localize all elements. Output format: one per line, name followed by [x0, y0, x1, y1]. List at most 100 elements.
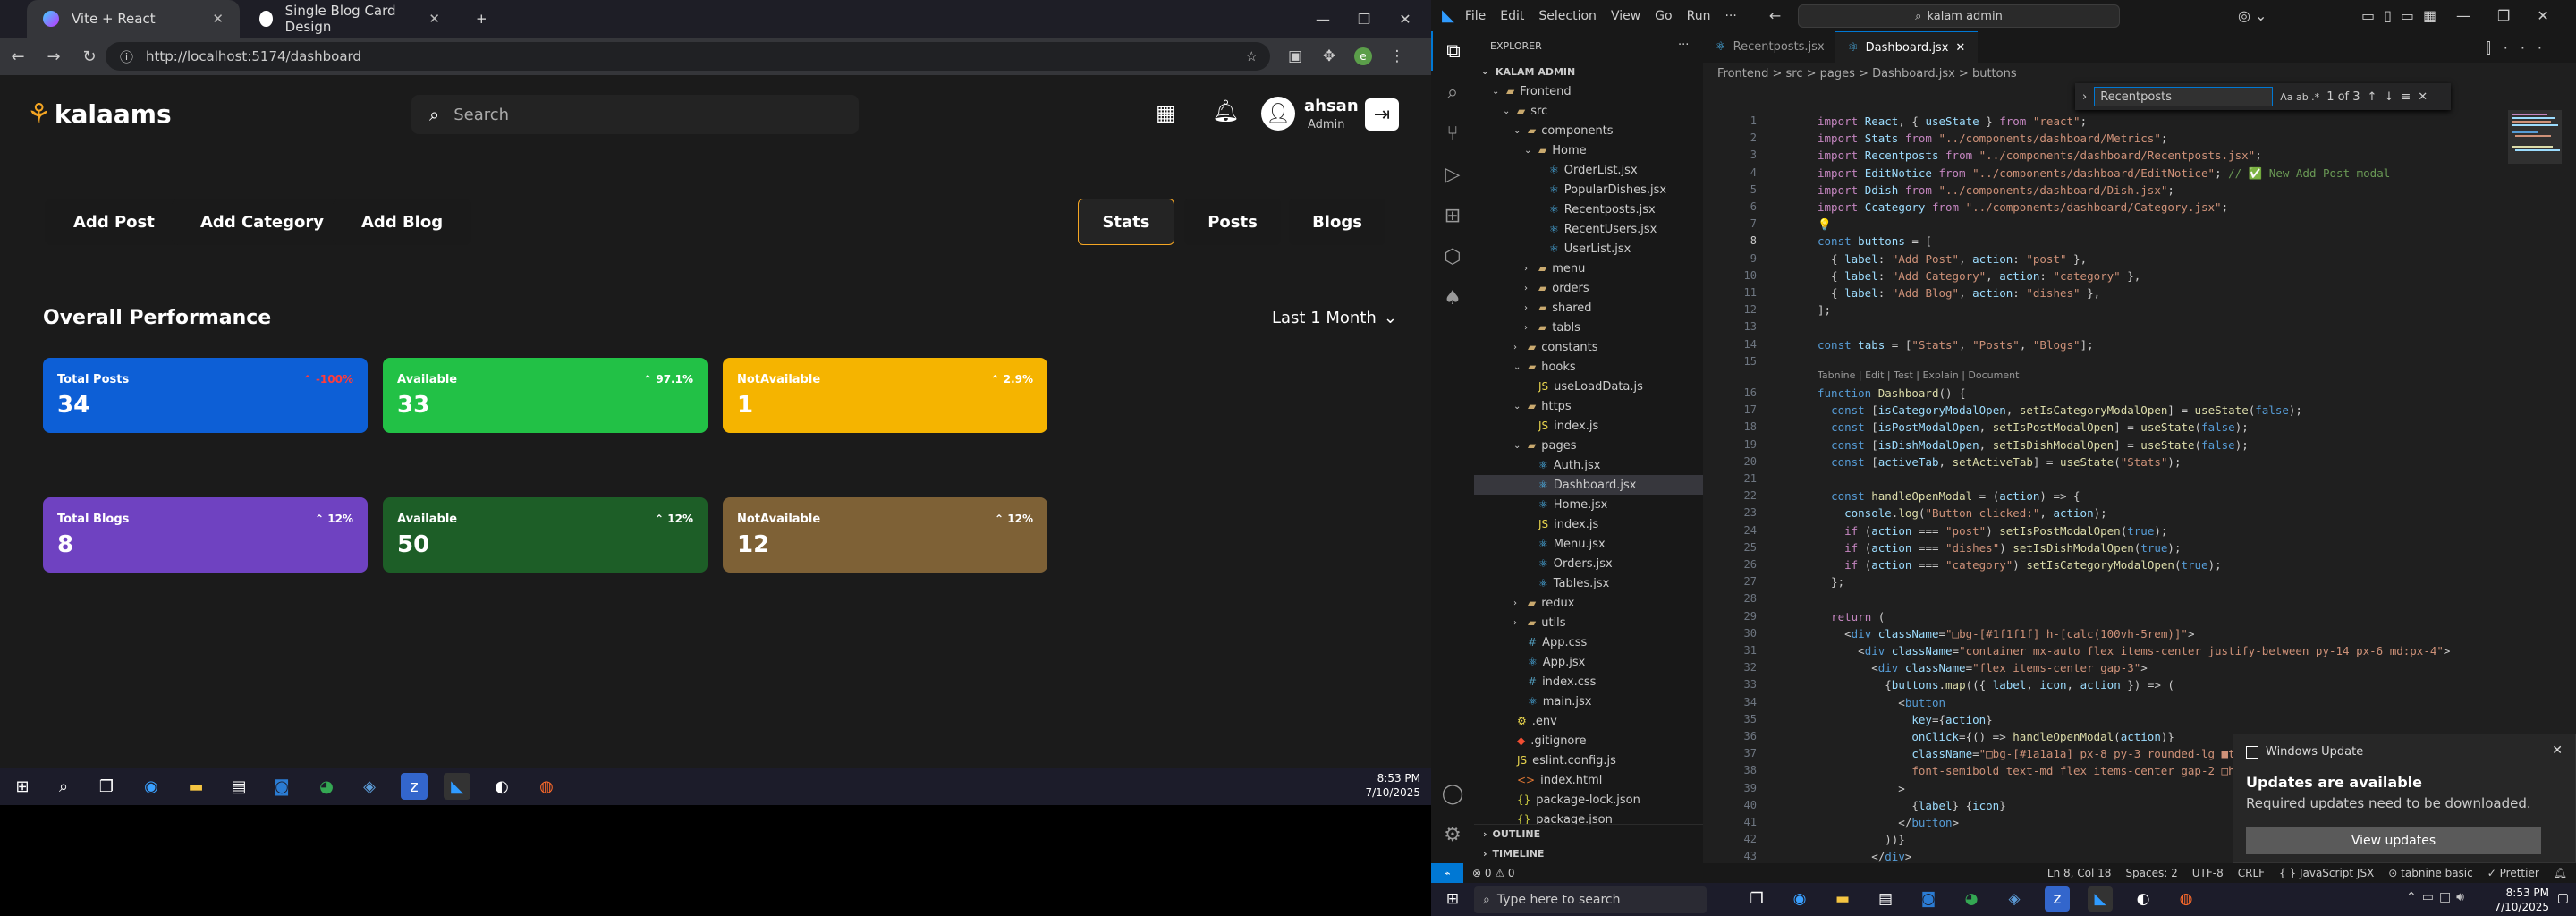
maximize-icon[interactable]: ❐: [1343, 0, 1385, 38]
code-line[interactable]: <button: [1818, 696, 1945, 709]
vscode-icon[interactable]: ◣: [2088, 886, 2113, 912]
period-dropdown[interactable]: Last 1 Month ⌄: [1272, 309, 1397, 327]
tab-posts[interactable]: Posts: [1184, 199, 1281, 245]
code-line[interactable]: { label: "Add Blog", action: "dishes" },: [1818, 286, 2100, 300]
url-input[interactable]: ⓘ http://localhost:5174/dashboard ☆: [106, 42, 1270, 71]
code-line[interactable]: <div className="container mx-auto flex i…: [1818, 644, 2450, 657]
tree-file[interactable]: # index.css: [1474, 672, 1703, 691]
code-line[interactable]: if (action === "category") setIsCategory…: [1818, 558, 2222, 572]
tree-folder[interactable]: › ▰ redux: [1474, 593, 1703, 613]
tree-file[interactable]: ⚛ UserList.jsx: [1474, 239, 1703, 259]
forward-arrow-icon[interactable]: →: [36, 47, 72, 66]
prettier-status[interactable]: ✓ Prettier: [2487, 867, 2539, 879]
code-line[interactable]: { label: "Add Category", action: "catego…: [1818, 269, 2140, 283]
extension-icon[interactable]: ▣: [1277, 38, 1313, 75]
code-line[interactable]: <div className="□bg-[#1f1f1f] h-[calc(10…: [1818, 627, 2194, 640]
code-line[interactable]: font-semibold text-md flex items-center …: [1818, 764, 2255, 777]
store-icon[interactable]: ▤: [225, 773, 252, 800]
code-line[interactable]: <div className="flex items-center gap-3"…: [1818, 661, 2148, 674]
tree-file[interactable]: ⚛ OrderList.jsx: [1474, 160, 1703, 180]
back-arrow-icon[interactable]: ←: [0, 47, 36, 66]
taskbar-search[interactable]: ⌕ Type here to search: [1474, 886, 1707, 913]
code-line[interactable]: {label} {icon}: [1818, 799, 2005, 812]
tree-folder[interactable]: ⌄ ▰ Frontend: [1474, 81, 1703, 101]
app-icon[interactable]: ◈: [356, 773, 383, 800]
command-center[interactable]: ⌕ kalam admin: [1798, 4, 2120, 28]
window-controls[interactable]: —❐✕: [2456, 7, 2576, 24]
editor-tab-dashboard[interactable]: ⚛ Dashboard.jsx ✕: [1835, 31, 1979, 63]
edge-icon[interactable]: ◉: [138, 773, 165, 800]
code-line[interactable]: const [isDishModalOpen, setIsDishModalOp…: [1818, 438, 2249, 452]
tree-folder[interactable]: › ▰ constants: [1474, 337, 1703, 357]
code-line[interactable]: const [isCategoryModalOpen, setIsCategor…: [1818, 403, 2302, 417]
grid-icon[interactable]: ▦: [1156, 100, 1176, 125]
mongodb-leaf-icon[interactable]: ♠: [1431, 278, 1474, 318]
eol[interactable]: CRLF: [2238, 867, 2265, 879]
code-line[interactable]: ))}: [1818, 833, 1905, 846]
logo[interactable]: ⚘ kalaams: [27, 98, 172, 130]
tree-folder[interactable]: ⌄ ▰ pages: [1474, 436, 1703, 455]
tree-file[interactable]: ⚛ Tables.jsx: [1474, 573, 1703, 593]
tree-file[interactable]: ⚛ Auth.jsx: [1474, 455, 1703, 475]
code-line[interactable]: if (action === "post") setIsPostModalOpe…: [1818, 524, 2167, 538]
menu-kebab-icon[interactable]: ⋮: [1379, 38, 1415, 75]
task-view-icon[interactable]: ❐: [1744, 886, 1769, 912]
source-control-icon[interactable]: ⑂: [1431, 114, 1474, 153]
tree-folder[interactable]: ⌄ ▰ https: [1474, 396, 1703, 416]
menu-item[interactable]: ···: [1724, 9, 1736, 23]
code-line[interactable]: const tabs = ["Stats", "Posts", "Blogs"]…: [1818, 338, 2094, 352]
chrome-icon[interactable]: ◕: [1959, 886, 1984, 912]
tree-folder[interactable]: › ▰ orders: [1474, 278, 1703, 298]
add-blog-button[interactable]: Add Blog: [333, 199, 472, 245]
file-explorer-icon[interactable]: ▬: [1830, 886, 1855, 912]
code-line[interactable]: const [activeTab, setActiveTab] = useSta…: [1818, 455, 2181, 469]
tree-folder[interactable]: ⌄ ▰ src: [1474, 101, 1703, 121]
tree-file[interactable]: ⚛ Orders.jsx: [1474, 554, 1703, 573]
tabnine-status[interactable]: ⊙ tabnine basic: [2388, 867, 2472, 879]
tree-file[interactable]: ◆ .gitignore: [1474, 731, 1703, 751]
chrome-icon[interactable]: ◕: [313, 773, 340, 800]
view-updates-button[interactable]: View updates: [2246, 827, 2541, 854]
indentation[interactable]: Spaces: 2: [2125, 867, 2177, 879]
code-line[interactable]: </button>: [1818, 816, 1959, 829]
tree-file[interactable]: JS useLoadData.js: [1474, 377, 1703, 396]
tab-blogs[interactable]: Blogs: [1289, 199, 1385, 245]
code-line[interactable]: import Recentposts from "../components/d…: [1818, 148, 2262, 162]
code-line[interactable]: return (: [1818, 610, 1885, 623]
cursor-position[interactable]: Ln 8, Col 18: [2047, 867, 2112, 879]
bell-icon[interactable]: 🔔︎: [2554, 867, 2567, 879]
windows-start-icon[interactable]: ⊞: [9, 773, 36, 800]
tree-file[interactable]: ⚛ Home.jsx: [1474, 495, 1703, 514]
app-icon-2[interactable]: ◐: [2131, 886, 2156, 912]
code-line[interactable]: import Ddish from "../components/dashboa…: [1818, 183, 2174, 197]
tree-file[interactable]: JS index.js: [1474, 416, 1703, 436]
tree-file[interactable]: ⚛ App.jsx: [1474, 652, 1703, 672]
search-input[interactable]: [453, 105, 830, 124]
bell-icon[interactable]: 🔔︎: [1212, 98, 1239, 123]
code-line[interactable]: const buttons = [: [1818, 234, 1932, 248]
tab-stats[interactable]: Stats: [1078, 199, 1174, 245]
tree-file[interactable]: ⚛ main.jsx: [1474, 691, 1703, 711]
remote-icon[interactable]: ⬡: [1431, 237, 1474, 276]
add-post-button[interactable]: Add Post: [45, 199, 183, 245]
menu-item[interactable]: File: [1465, 9, 1486, 23]
explorer-root[interactable]: ⌄ KALAM ADMIN: [1481, 62, 1575, 81]
tree-folder[interactable]: › ▰ tabls: [1474, 318, 1703, 337]
zoom-icon[interactable]: z: [2045, 886, 2070, 912]
browser-tab-vite[interactable]: Vite + React ✕: [27, 0, 240, 38]
tree-file[interactable]: JS index.js: [1474, 514, 1703, 534]
postman-icon[interactable]: ◍: [533, 773, 560, 800]
tree-folder[interactable]: › ▰ menu: [1474, 259, 1703, 278]
code-line[interactable]: };: [1818, 575, 1844, 589]
editor-tab-recentposts[interactable]: ⚛ Recentposts.jsx: [1703, 31, 1837, 63]
minimize-icon[interactable]: —: [1302, 0, 1343, 38]
menu-icon[interactable]: ≡: [2401, 90, 2411, 104]
code-line[interactable]: import EditNotice from "../components/da…: [1818, 166, 2390, 181]
close-tab-icon[interactable]: ✕: [212, 11, 224, 27]
tree-file[interactable]: # App.css: [1474, 632, 1703, 652]
find-input[interactable]: Recentposts: [2094, 87, 2274, 106]
editor-actions[interactable]: ⫿···: [2487, 39, 2555, 57]
code-line[interactable]: import React, { useState } from "react";: [1818, 114, 2087, 128]
tree-folder[interactable]: ⌄ ▰ Home: [1474, 140, 1703, 160]
tree-file[interactable]: ⚛ Dashboard.jsx: [1474, 475, 1703, 495]
